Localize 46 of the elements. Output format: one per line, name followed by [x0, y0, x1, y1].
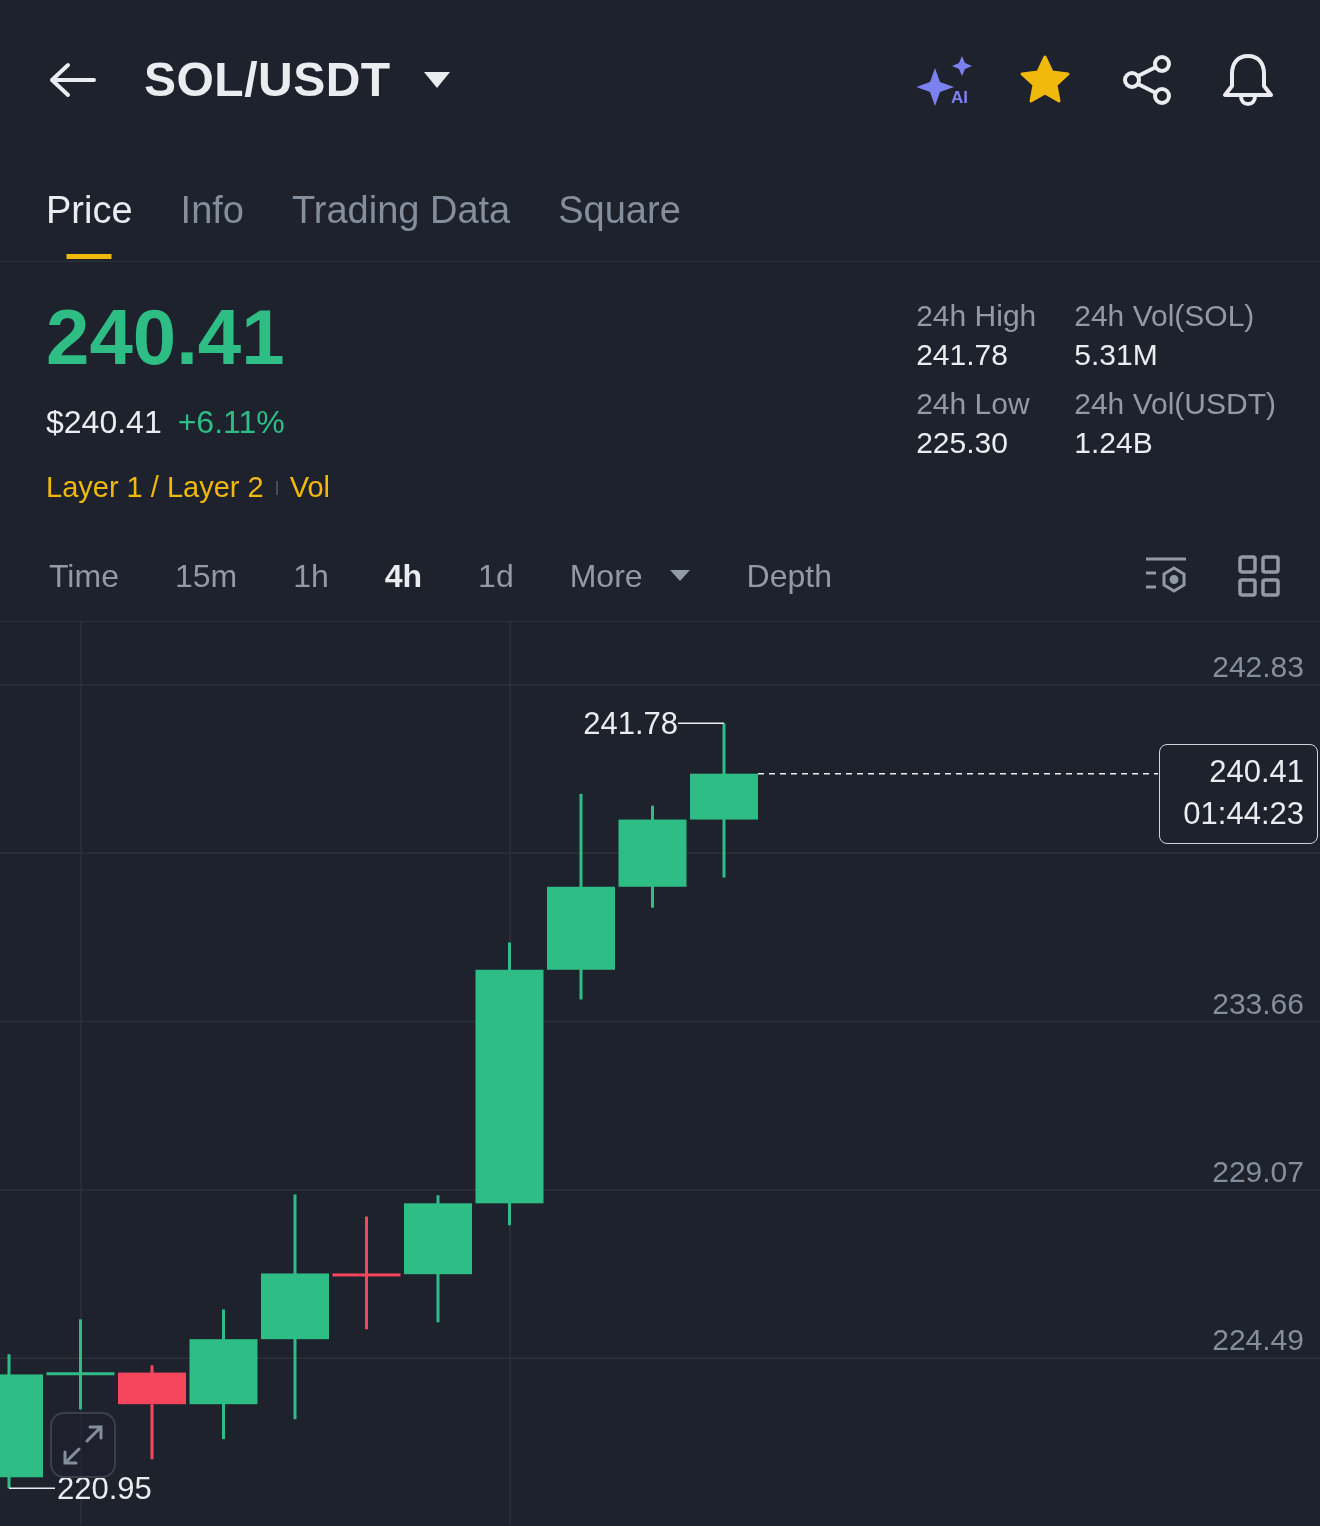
tab[interactable]: Price [46, 159, 133, 261]
current-price: 240.41 [1208, 752, 1304, 791]
interval-tab[interactable]: Depth [746, 551, 832, 600]
stat-label: 24h Vol(SOL) [1074, 298, 1256, 334]
axis-label: 242.83 [1212, 649, 1304, 683]
last-price: 240.41 [46, 298, 286, 376]
axis-label: 224.49 [1212, 1323, 1304, 1357]
interval-tab[interactable]: 4h [384, 551, 423, 600]
interval-tab[interactable]: 1d [478, 551, 514, 600]
interval-tab[interactable]: 15m [174, 551, 238, 600]
axis-label: 233.66 [1212, 986, 1304, 1020]
sparkle-icon[interactable] [917, 54, 973, 106]
share-icon[interactable] [1122, 54, 1172, 106]
usd-price: $240.41 [46, 403, 162, 442]
leader-line [8, 1487, 56, 1490]
pair-title[interactable]: SOL/USDT [144, 44, 391, 116]
caret-icon [668, 569, 691, 582]
price-change: +6.11% [177, 403, 285, 442]
grid-icon[interactable] [1238, 554, 1280, 597]
high-label: 241.78 [583, 706, 678, 742]
stat-label: 24h Vol(USDT) [1074, 386, 1276, 422]
sector-tag[interactable]: Layer 1 / Layer 2 [46, 466, 264, 510]
stat-value: 225.30 [916, 425, 1009, 461]
stat-label: 24h Low [916, 386, 1031, 422]
stat-label: 24h High [916, 298, 1037, 334]
low-label: 220.95 [57, 1471, 152, 1507]
leader-line [677, 722, 725, 725]
expand-icon [61, 1423, 105, 1467]
stat-value: 5.31M [1074, 337, 1159, 373]
tab-indicator [66, 254, 112, 259]
sector-tag[interactable]: Vol [289, 466, 330, 510]
stat-value: 1.24B [1074, 425, 1154, 461]
back-icon[interactable] [48, 62, 96, 98]
caret-icon[interactable] [422, 71, 451, 89]
ai-label[interactable]: AI [951, 89, 968, 106]
interval-dropdown[interactable]: More [569, 551, 691, 600]
expand-button[interactable] [50, 1412, 116, 1478]
interval-tab[interactable]: 1h [293, 551, 329, 600]
candle-countdown: 01:44:23 [1182, 794, 1304, 833]
bell-icon[interactable] [1222, 53, 1274, 107]
tab[interactable]: Trading Data [291, 159, 511, 261]
interval-tab[interactable]: Time [49, 551, 119, 600]
tab[interactable]: Info [180, 159, 244, 261]
stat-value: 241.78 [916, 337, 1009, 373]
axis-label: 229.07 [1212, 1155, 1304, 1189]
tab[interactable]: Square [558, 159, 681, 261]
